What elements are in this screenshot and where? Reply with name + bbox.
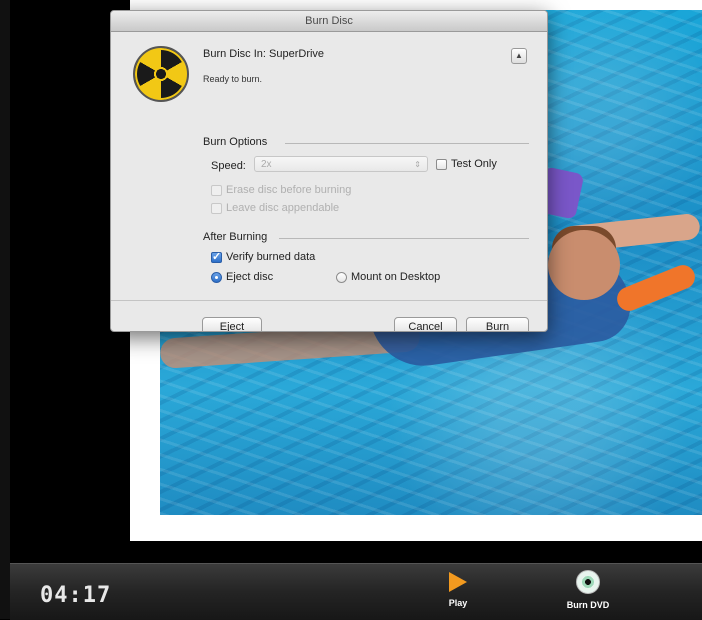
eject-disc-label: Eject disc xyxy=(226,271,274,283)
elapsed-time: 04:17 xyxy=(40,583,112,608)
erase-disc-box xyxy=(211,184,222,196)
eject-disc-radio-dot xyxy=(211,271,222,283)
collapse-toggle-icon[interactable]: ▲ xyxy=(511,48,527,64)
cancel-button[interactable]: Cancel xyxy=(394,317,457,331)
burn-dvd-button[interactable]: Burn DVD xyxy=(558,570,618,610)
eject-disc-radio[interactable]: Eject disc xyxy=(211,271,273,283)
mount-desktop-radio[interactable]: Mount on Desktop xyxy=(336,271,440,283)
mount-desktop-label: Mount on Desktop xyxy=(351,271,441,283)
play-label: Play xyxy=(448,598,468,608)
leave-appendable-label: Leave disc appendable xyxy=(226,202,340,214)
leave-appendable-checkbox[interactable]: Leave disc appendable xyxy=(211,202,339,214)
disc-icon xyxy=(576,570,600,594)
leave-appendable-box xyxy=(211,202,222,214)
select-arrows-icon: ⇕ xyxy=(414,160,421,169)
dialog-divider xyxy=(111,300,547,301)
test-only-box xyxy=(436,158,447,170)
eject-button[interactable]: Eject xyxy=(202,317,262,331)
after-burning-separator xyxy=(279,238,529,239)
dialog-title: Burn Disc xyxy=(111,11,547,32)
bottom-toolbar: 04:17 Play Burn DVD xyxy=(10,563,702,620)
speed-label: Speed: xyxy=(211,160,246,172)
verify-data-box xyxy=(211,250,222,263)
erase-disc-checkbox[interactable]: Erase disc before burning xyxy=(211,184,351,196)
burn-options-separator xyxy=(285,143,529,144)
burn-options-heading: Burn Options xyxy=(203,136,268,148)
burn-button[interactable]: Burn xyxy=(466,317,529,331)
photo-detail-head xyxy=(548,230,620,300)
burn-radiation-icon xyxy=(133,46,189,102)
burn-status: Ready to burn. xyxy=(203,74,263,84)
burn-destination: Burn Disc In: SuperDrive xyxy=(203,48,325,60)
test-only-checkbox[interactable]: Test Only xyxy=(436,158,497,170)
speed-select[interactable]: 2x ⇕ xyxy=(254,156,428,172)
verify-data-label: Verify burned data xyxy=(226,251,316,263)
speed-value: 2x xyxy=(261,159,272,170)
play-button[interactable]: Play xyxy=(428,570,488,608)
left-edge xyxy=(0,0,10,619)
verify-data-checkbox[interactable]: Verify burned data xyxy=(211,250,316,263)
test-only-label: Test Only xyxy=(451,158,497,170)
after-burning-heading: After Burning xyxy=(203,231,268,243)
erase-disc-label: Erase disc before burning xyxy=(226,184,352,196)
burn-disc-dialog: Burn Disc Burn Disc In: SuperDrive Ready… xyxy=(110,10,548,332)
play-icon xyxy=(449,572,467,592)
burn-dvd-label: Burn DVD xyxy=(566,600,610,610)
mount-desktop-radio-dot xyxy=(336,271,347,283)
